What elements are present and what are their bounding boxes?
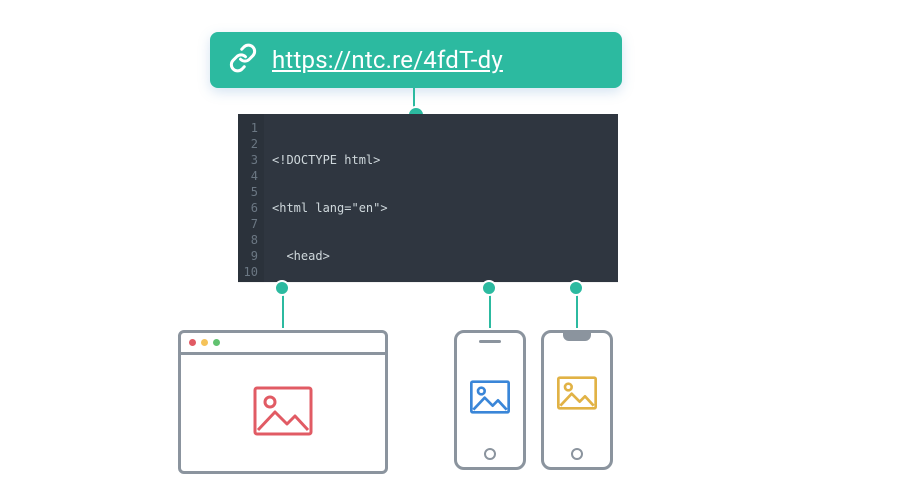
picture-icon: [253, 386, 313, 440]
phone-earpiece: [479, 340, 501, 343]
device-screen: [181, 355, 385, 471]
short-url-badge: https://ntc.re/4fdT-dy: [210, 32, 622, 88]
device-desktop: [178, 330, 388, 474]
line-number: 1: [238, 120, 258, 136]
device-phone-ios: [541, 330, 613, 470]
line-number: 10: [238, 264, 258, 280]
line-number: 2: [238, 136, 258, 152]
browser-topbar: [181, 333, 385, 355]
line-number: 8: [238, 232, 258, 248]
line-number: 5: [238, 184, 258, 200]
code-line: <head>: [272, 248, 489, 264]
connectors-code-to-devices: [0, 282, 900, 342]
device-screen: [465, 353, 515, 444]
link-icon: [228, 43, 258, 77]
phone-notch: [563, 333, 591, 341]
window-dot-yellow: [201, 339, 208, 346]
window-dot-green: [213, 339, 220, 346]
code-panel: 1 2 3 4 5 6 7 8 9 10 <!DOCTYPE html> <ht…: [238, 114, 618, 282]
code-body: <!DOCTYPE html> <html lang="en"> <head> …: [264, 114, 497, 282]
code-line: <html lang="en">: [272, 200, 489, 216]
phone-home-button: [571, 448, 583, 460]
picture-icon: [470, 380, 510, 418]
device-phone-android: [454, 330, 526, 470]
line-number: 4: [238, 168, 258, 184]
picture-icon: [557, 376, 597, 414]
line-number: 3: [238, 152, 258, 168]
code-line: <!DOCTYPE html>: [272, 152, 489, 168]
window-dot-red: [189, 339, 196, 346]
device-screen: [552, 345, 602, 444]
line-number: 9: [238, 248, 258, 264]
line-number: 7: [238, 216, 258, 232]
short-url-link[interactable]: https://ntc.re/4fdT-dy: [272, 46, 503, 74]
line-number: 6: [238, 200, 258, 216]
code-gutter: 1 2 3 4 5 6 7 8 9 10: [238, 114, 264, 282]
phone-home-button: [484, 448, 496, 460]
